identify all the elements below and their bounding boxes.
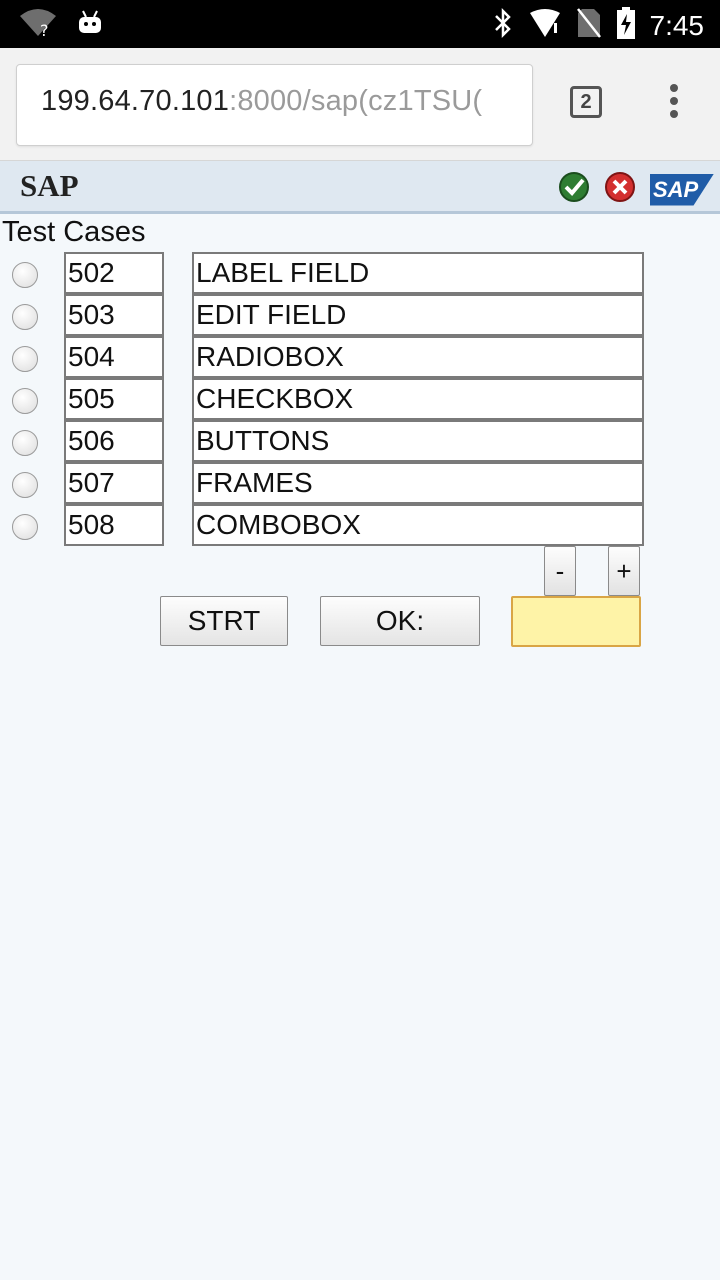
svg-text:?: ?	[40, 21, 49, 38]
ok-button[interactable]: OK:	[320, 596, 480, 646]
command-input[interactable]	[511, 596, 641, 647]
case-number: 505	[64, 378, 164, 420]
sap-title-bar: SAP SAP	[0, 161, 720, 214]
section-label: Test Cases	[2, 216, 146, 248]
case-description: COMBOBOX	[192, 504, 644, 546]
case-description: RADIOBOX	[192, 336, 644, 378]
page-down-button[interactable]: -	[544, 546, 576, 596]
case-description: FRAMES	[192, 462, 644, 504]
url-text[interactable]: 199.64.70.101:8000/sap(cz1TSU(	[41, 85, 482, 118]
radio-button[interactable]	[12, 514, 38, 540]
case-number: 507	[64, 462, 164, 504]
case-number: 503	[64, 294, 164, 336]
status-bar: ? 7:45	[0, 0, 720, 48]
radio-button[interactable]	[12, 472, 38, 498]
radio-button[interactable]	[12, 262, 38, 288]
signal-icon	[528, 7, 562, 44]
tab-switcher-button[interactable]: 2	[570, 86, 602, 118]
case-description: CHECKBOX	[192, 378, 644, 420]
case-number: 504	[64, 336, 164, 378]
bluetooth-icon	[492, 7, 514, 44]
sap-logo: SAP	[650, 173, 714, 206]
case-number: 502	[64, 252, 164, 294]
radio-button[interactable]	[12, 346, 38, 372]
radio-button[interactable]	[12, 388, 38, 414]
radio-button[interactable]	[12, 430, 38, 456]
no-sim-icon	[576, 7, 602, 44]
browser-toolbar: 199.64.70.101:8000/sap(cz1TSU( 2	[0, 48, 720, 161]
radio-button[interactable]	[12, 304, 38, 330]
android-debug-icon	[76, 9, 104, 42]
start-button[interactable]: STRT	[160, 596, 288, 646]
cancel-x-icon[interactable]	[604, 171, 636, 208]
case-number: 508	[64, 504, 164, 546]
wifi-question-icon: ?	[18, 8, 58, 43]
address-bar[interactable]: 199.64.70.101:8000/sap(cz1TSU(	[16, 64, 533, 146]
url-path: :8000/sap(cz1TSU(	[229, 85, 483, 117]
case-description: BUTTONS	[192, 420, 644, 462]
url-host: 199.64.70.101	[41, 85, 230, 117]
clock: 7:45	[649, 9, 705, 41]
confirm-check-icon[interactable]	[558, 171, 590, 208]
overflow-menu-icon[interactable]	[664, 84, 684, 124]
case-number: 506	[64, 420, 164, 462]
page-up-button[interactable]: +	[608, 546, 640, 596]
page-title: SAP	[20, 168, 79, 203]
case-description: LABEL FIELD	[192, 252, 644, 294]
battery-charging-icon	[616, 6, 636, 45]
case-description: EDIT FIELD	[192, 294, 644, 336]
